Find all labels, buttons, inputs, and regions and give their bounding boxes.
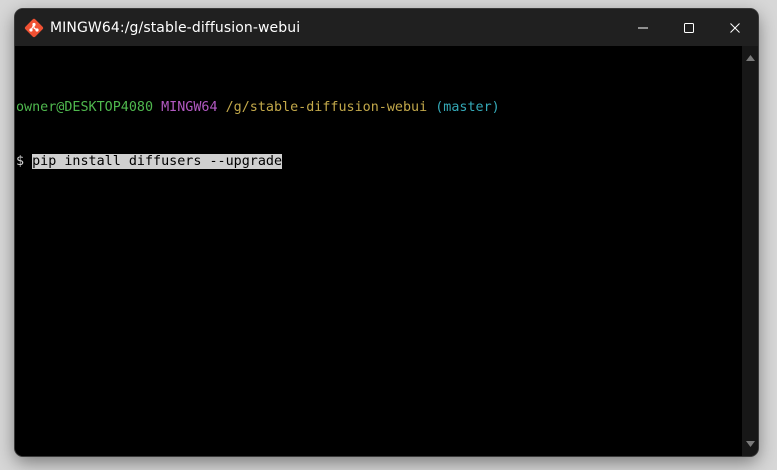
- arrow-up-icon: [745, 55, 755, 61]
- close-button[interactable]: [712, 9, 758, 46]
- close-icon: [730, 22, 740, 33]
- terminal-window: MINGW64:/g/stable-diffusion-webui owner@…: [15, 9, 758, 456]
- prompt-path: /g/stable-diffusion-webui: [225, 100, 428, 115]
- vertical-scrollbar[interactable]: [742, 46, 758, 456]
- prompt-line: owner@DESKTOP4080 MINGW64 /g/stable-diff…: [15, 99, 742, 117]
- scroll-down-button[interactable]: [742, 436, 758, 452]
- maximize-button[interactable]: [666, 9, 712, 46]
- git-bash-icon: [24, 18, 44, 37]
- prompt-branch: (master): [435, 100, 500, 115]
- minimize-button[interactable]: [620, 9, 666, 46]
- prompt-symbol: $: [16, 154, 25, 169]
- prompt-user-host: owner@DESKTOP4080: [16, 100, 154, 115]
- prompt-system: MINGW64: [161, 100, 218, 115]
- maximize-icon: [684, 22, 694, 33]
- window-controls: [620, 9, 758, 46]
- terminal-output[interactable]: owner@DESKTOP4080 MINGW64 /g/stable-diff…: [15, 46, 742, 456]
- scroll-up-button[interactable]: [742, 50, 758, 66]
- minimize-icon: [638, 27, 648, 28]
- command-text[interactable]: pip install diffusers --upgrade: [32, 154, 283, 169]
- title-bar[interactable]: MINGW64:/g/stable-diffusion-webui: [15, 9, 758, 46]
- arrow-down-icon: [745, 441, 755, 447]
- window-title: MINGW64:/g/stable-diffusion-webui: [50, 19, 301, 36]
- command-line[interactable]: $ pip install diffusers --upgrade: [15, 153, 742, 171]
